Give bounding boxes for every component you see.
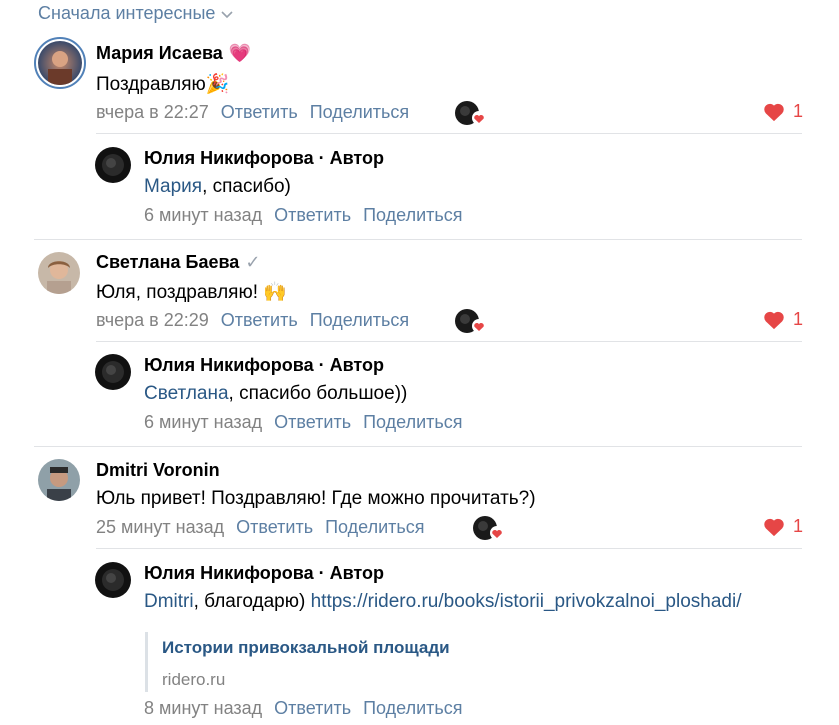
heart-icon <box>764 311 784 329</box>
avatar[interactable] <box>95 147 131 183</box>
reply-text: Светлана, спасибо большое)) <box>144 383 407 405</box>
like-button[interactable]: 1 <box>763 309 803 330</box>
divider <box>96 548 802 549</box>
share-button[interactable]: Поделиться <box>310 102 409 123</box>
likers-avatar[interactable] <box>472 515 504 541</box>
mention-link[interactable]: Dmitri <box>144 591 194 612</box>
comment-time[interactable]: вчера в 22:29 <box>96 310 209 331</box>
comment-text: Юля, поздравляю! 🙌 <box>96 282 287 303</box>
mention-link[interactable]: Светлана <box>144 383 229 404</box>
external-link[interactable]: https://ridero.ru/books/istorii_privokza… <box>311 591 742 612</box>
reply-author[interactable]: Юлия Никифорова · Автор <box>144 148 384 169</box>
likers-avatar[interactable] <box>454 100 486 126</box>
divider <box>34 446 802 447</box>
like-button[interactable]: 1 <box>763 101 803 122</box>
reply-button[interactable]: Ответить <box>221 102 298 123</box>
divider <box>96 341 802 342</box>
divider <box>34 239 802 240</box>
sort-dropdown[interactable]: Сначала интересные <box>38 3 233 24</box>
like-button[interactable]: 1 <box>763 516 803 537</box>
share-button[interactable]: Поделиться <box>310 310 409 331</box>
avatar[interactable] <box>95 562 131 598</box>
reply-text: Мария, спасибо) <box>144 176 291 198</box>
comment-text: Юль привет! Поздравляю! Где можно прочит… <box>96 488 536 509</box>
avatar[interactable] <box>34 37 86 89</box>
reply-text-body: , спасибо) <box>202 176 291 197</box>
reply-button[interactable]: Ответить <box>274 205 351 226</box>
like-count: 1 <box>792 309 803 329</box>
comment-author[interactable]: Dmitri Voronin <box>96 460 220 481</box>
reply-time[interactable]: 8 минут назад <box>144 698 262 719</box>
likers-avatar[interactable] <box>454 308 486 334</box>
mention-link[interactable]: Мария <box>144 176 202 197</box>
reply-author[interactable]: Юлия Никифорова · Автор <box>144 563 384 584</box>
snippet-title[interactable]: Истории привокзальной площади <box>162 638 450 658</box>
reply-button[interactable]: Ответить <box>274 412 351 433</box>
share-button[interactable]: Поделиться <box>363 205 462 226</box>
comment-time[interactable]: вчера в 22:27 <box>96 102 209 123</box>
reply-button[interactable]: Ответить <box>221 310 298 331</box>
heart-icon <box>764 518 784 536</box>
author-name[interactable]: Светлана Баева <box>96 252 239 273</box>
author-name[interactable]: Dmitri Voronin <box>96 460 220 481</box>
avatar[interactable] <box>38 252 80 294</box>
like-count: 1 <box>792 101 803 121</box>
comment-time[interactable]: 25 минут назад <box>96 517 224 538</box>
reply-text: Dmitri, благодарю) https://ridero.ru/boo… <box>144 591 741 613</box>
reply-author[interactable]: Юлия Никифорова · Автор <box>144 355 384 376</box>
link-snippet[interactable]: Истории привокзальной площади ridero.ru <box>145 632 762 692</box>
reply-text-body: , спасибо большое)) <box>228 383 408 404</box>
comment-author[interactable]: Светлана Баева ✓ <box>96 252 260 273</box>
heart-badge-icon: 💗 <box>228 43 252 63</box>
sort-label: Сначала интересные <box>38 3 216 23</box>
author-name[interactable]: Мария Исаева <box>96 43 223 64</box>
divider <box>96 133 802 134</box>
reply-button[interactable]: Ответить <box>274 698 351 719</box>
share-button[interactable]: Поделиться <box>363 698 462 719</box>
snippet-domain: ridero.ru <box>162 670 226 689</box>
avatar[interactable] <box>38 459 80 501</box>
reply-text-body: , благодарю) <box>193 591 311 612</box>
comment-author[interactable]: Мария Исаева 💗 <box>96 43 251 64</box>
like-count: 1 <box>792 516 803 536</box>
heart-icon <box>764 103 784 121</box>
reply-time[interactable]: 6 минут назад <box>144 205 262 226</box>
checkmark-badge-icon: ✓ <box>245 252 261 272</box>
share-button[interactable]: Поделиться <box>325 517 424 538</box>
reply-button[interactable]: Ответить <box>236 517 313 538</box>
avatar[interactable] <box>95 354 131 390</box>
reply-time[interactable]: 6 минут назад <box>144 412 262 433</box>
chevron-down-icon <box>221 11 233 19</box>
share-button[interactable]: Поделиться <box>363 412 462 433</box>
comment-text: Поздравляю🎉 <box>96 74 230 95</box>
